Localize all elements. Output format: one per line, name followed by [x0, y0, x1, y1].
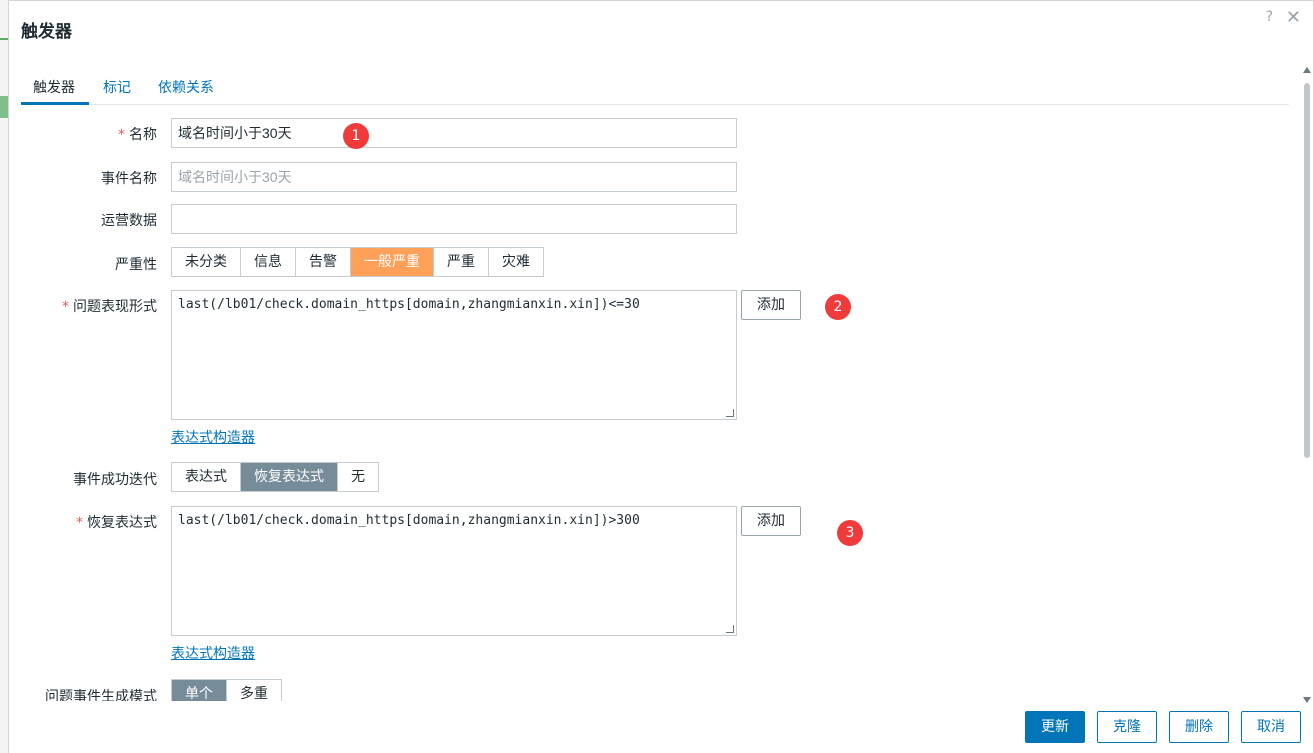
scrollbar-thumb[interactable] [1304, 83, 1310, 458]
event-name-label: 事件名称 [101, 171, 157, 187]
recovery-generation-selector: 表达式 恢复表达式 无 [171, 462, 379, 492]
problem-expression-textarea[interactable]: last(/lb01/check.domain_https[domain,zha… [171, 290, 737, 420]
tab-bar: 触发器 标记 依赖关系 [21, 73, 1289, 105]
tab-tags[interactable]: 标记 [103, 77, 131, 97]
severity-average[interactable]: 一般严重 [351, 248, 434, 276]
form-scroll-area: * 名称 域名时间小于30天 事件名称 域名时间小于30天 运营数据 严重性 未分… [9, 106, 1299, 701]
background-tag [0, 96, 8, 118]
clone-button[interactable]: 克隆 [1097, 711, 1157, 743]
cancel-button[interactable]: 取消 [1241, 711, 1301, 743]
background-page [0, 0, 8, 753]
problem-mode-selector: 单个 多重 [171, 679, 282, 701]
severity-not-classified[interactable]: 未分类 [172, 248, 241, 276]
problem-mode-label: 问题事件生成模式 [45, 689, 157, 701]
delete-button[interactable]: 删除 [1169, 711, 1229, 743]
problem-expression-add-button[interactable]: 添加 [741, 290, 801, 320]
severity-label: 严重性 [115, 257, 157, 273]
background-divider [0, 38, 8, 40]
dialog-footer: 更新 克隆 删除 取消 [9, 703, 1313, 753]
opdata-label: 运营数据 [101, 213, 157, 229]
problem-mode-single[interactable]: 单个 [172, 680, 227, 701]
resize-handle[interactable] [726, 409, 734, 417]
severity-high[interactable]: 严重 [434, 248, 489, 276]
recovery-option-expression[interactable]: 表达式 [172, 463, 241, 491]
close-icon[interactable]: ✕ [1286, 7, 1301, 28]
annotation-badge-1: 1 [343, 123, 369, 149]
update-button[interactable]: 更新 [1025, 711, 1085, 743]
event-name-input[interactable]: 域名时间小于30天 [171, 162, 737, 192]
recovery-option-none[interactable]: 无 [338, 463, 378, 491]
recovery-expression-add-button[interactable]: 添加 [741, 506, 801, 536]
resize-handle[interactable] [726, 625, 734, 633]
opdata-input[interactable] [171, 204, 737, 234]
severity-disaster[interactable]: 灾难 [489, 248, 543, 276]
severity-selector: 未分类 信息 告警 一般严重 严重 灾难 [171, 247, 544, 277]
active-tab-indicator [21, 102, 89, 105]
recovery-expression-text: last(/lb01/check.domain_https[domain,zha… [178, 513, 640, 528]
trigger-dialog: 触发器 ? ✕ 触发器 标记 依赖关系 * 名称 域名时间小于30天 事件名称 域… [8, 0, 1314, 753]
problem-expression-builder-link[interactable]: 表达式构造器 [171, 427, 255, 447]
tab-dependencies[interactable]: 依赖关系 [158, 77, 214, 97]
recovery-expression-builder-link[interactable]: 表达式构造器 [171, 643, 255, 663]
recovery-expression-textarea[interactable]: last(/lb01/check.domain_https[domain,zha… [171, 506, 737, 636]
severity-information[interactable]: 信息 [241, 248, 296, 276]
help-icon[interactable]: ? [1266, 9, 1273, 25]
scroll-up-icon[interactable] [1303, 67, 1311, 73]
vertical-scrollbar[interactable] [1301, 67, 1313, 703]
name-input[interactable]: 域名时间小于30天 [171, 118, 737, 148]
problem-expression-text: last(/lb01/check.domain_https[domain,zha… [178, 297, 640, 312]
recovery-generation-label: 事件成功迭代 [73, 472, 157, 488]
recovery-expression-label: * 恢复表达式 [76, 515, 157, 531]
recovery-option-recovery-expression[interactable]: 恢复表达式 [241, 463, 338, 491]
name-label: * 名称 [118, 127, 157, 143]
severity-warning[interactable]: 告警 [296, 248, 351, 276]
dialog-title: 触发器 [21, 22, 72, 42]
problem-expression-label: * 问题表现形式 [62, 299, 157, 315]
problem-mode-multiple[interactable]: 多重 [227, 680, 281, 701]
annotation-badge-3: 3 [837, 520, 863, 546]
annotation-badge-2: 2 [825, 294, 851, 320]
tab-trigger[interactable]: 触发器 [33, 77, 75, 97]
